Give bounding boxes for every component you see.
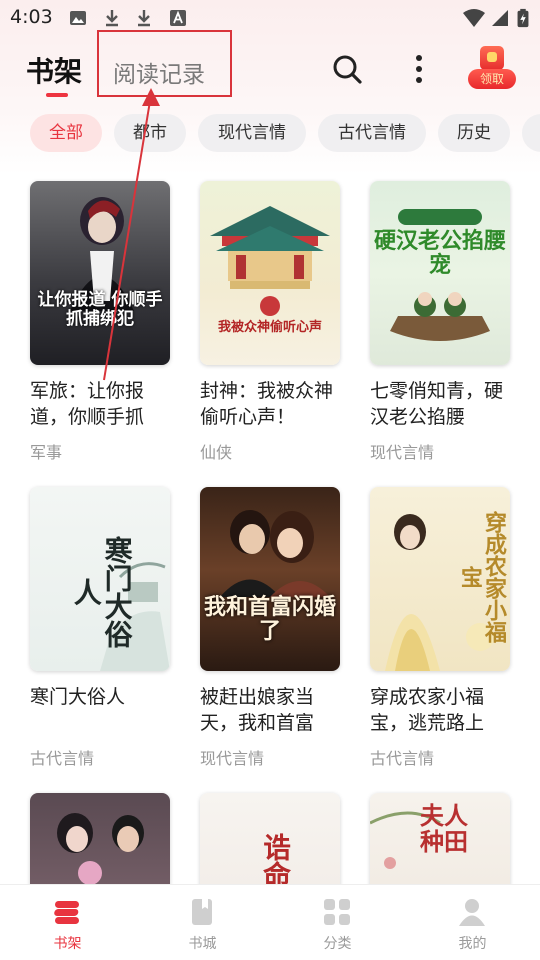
- book-title: 寒门大俗人: [30, 686, 126, 708]
- book-title: 穿成农家小福宝，逃荒路上: [370, 686, 485, 734]
- category-chip-modern-romance[interactable]: 现代言情: [198, 114, 306, 152]
- category-grid-icon: [324, 899, 350, 925]
- nav-profile[interactable]: 我的: [405, 885, 540, 960]
- book-cover: 硬汉老公掐腰宠: [370, 181, 510, 365]
- nav-label: 我的: [458, 936, 487, 952]
- category-filter-bar: 全部 都市 现代言情 古代言情 历史: [0, 114, 540, 152]
- book-genre: 古代言情: [30, 749, 95, 768]
- nav-category[interactable]: 分类: [270, 885, 405, 960]
- bookshelf-icon: [54, 901, 79, 924]
- nav-label: 分类: [323, 936, 352, 952]
- book-genre: 现代言情: [200, 749, 265, 768]
- status-time: 4:03: [10, 6, 53, 28]
- book-genre: 军事: [30, 443, 63, 462]
- cover-title: 我被众神偷听心声: [217, 320, 322, 335]
- nav-bookstore[interactable]: 书城: [135, 885, 270, 960]
- bottom-navigation: 书架 书城 分类 我的: [0, 884, 540, 960]
- download-notification-icon: [138, 10, 150, 27]
- active-tab-indicator: [46, 93, 68, 97]
- download-notification-icon: [106, 10, 118, 27]
- book-genre: 古代言情: [370, 749, 435, 768]
- category-chip-more[interactable]: [522, 114, 540, 152]
- claim-label: 领取: [468, 69, 516, 89]
- cover-title: 穿成农家小福宝: [456, 511, 507, 643]
- book-cover: 寒门大俗人: [30, 487, 170, 671]
- cover-title: 夫人种田: [420, 801, 468, 857]
- cover-artwork: [210, 206, 330, 316]
- book-title: 被赶出娘家当天，我和首富: [200, 686, 315, 734]
- cover-artwork: [70, 197, 134, 311]
- book-genre: 仙侠: [200, 443, 233, 462]
- category-chip-urban[interactable]: 都市: [114, 114, 186, 152]
- book-genre: 现代言情: [370, 443, 435, 462]
- book-title: 封神：我被众神偷听心声！: [200, 380, 334, 428]
- book-title: 军旅：让你报道，你顺手抓: [30, 380, 145, 428]
- cover-title: 让你报道 你顺手抓捕绑犯: [37, 290, 163, 329]
- annotation-highlight-box: [97, 30, 232, 97]
- category-chip-ancient-romance[interactable]: 古代言情: [318, 114, 426, 152]
- category-chip-history[interactable]: 历史: [438, 114, 510, 152]
- cover-title: 硬汉老公掐腰宠: [374, 228, 507, 279]
- book-cover: 我和首富闪婚了: [200, 487, 340, 671]
- search-icon[interactable]: [331, 53, 363, 85]
- more-options-icon[interactable]: [412, 53, 426, 85]
- book-title: 七零俏知青，硬汉老公掐腰: [370, 380, 504, 428]
- cover-title: 寒门大俗人: [69, 536, 134, 648]
- bookstore-icon: [192, 899, 212, 925]
- signal-icon: [492, 10, 508, 26]
- book-cover: 让你报道 你顺手抓捕绑犯: [30, 181, 170, 365]
- tab-bookshelf[interactable]: 书架: [26, 50, 82, 90]
- nav-label: 书城: [188, 936, 217, 952]
- nav-bookshelf[interactable]: 书架: [0, 885, 135, 960]
- status-bar: 4:03: [0, 0, 540, 36]
- wifi-icon: [463, 9, 485, 27]
- red-packet-icon: [480, 46, 504, 70]
- book-cover: 穿成农家小福宝: [370, 487, 510, 671]
- nav-label: 书架: [53, 936, 82, 952]
- profile-icon: [459, 899, 485, 926]
- battery-charging-icon: [517, 8, 529, 28]
- category-chip-all[interactable]: 全部: [30, 114, 102, 152]
- book-cover: 我被众神偷听心声: [200, 181, 340, 365]
- app-notification-icon: [170, 10, 186, 26]
- cover-title: 我和首富闪婚了: [204, 594, 337, 645]
- claim-gift-button[interactable]: 领取: [468, 46, 516, 90]
- image-notification-icon: [70, 11, 86, 25]
